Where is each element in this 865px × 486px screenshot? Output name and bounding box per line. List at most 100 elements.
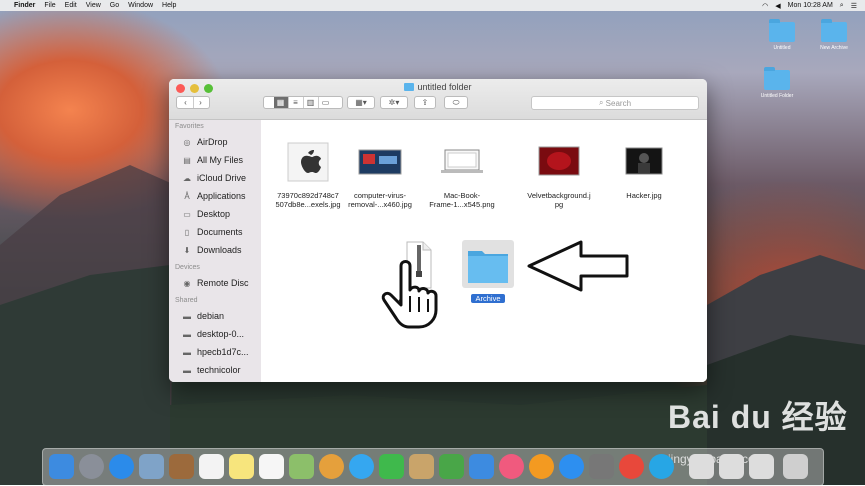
sidebar: Favorites ◎ AirDrop ▤ All My Files ☁ iCloud… xyxy=(169,120,261,382)
sidebar-item-technicolor[interactable]: ▬ technicolor xyxy=(169,361,261,379)
sidebar-item-icloud-drive[interactable]: ☁ iCloud Drive xyxy=(169,169,261,187)
hand-pointer-cursor-icon xyxy=(381,260,438,329)
sidebar-item-applications[interactable]: Å Applications xyxy=(169,187,261,205)
column-view-icon[interactable]: ▥ xyxy=(304,97,319,108)
sidebar-item-hpecb1d7c[interactable]: ▬ hpecb1d7c... xyxy=(169,343,261,361)
dock-maps-icon[interactable] xyxy=(289,454,314,479)
list-view-icon[interactable]: ≡ xyxy=(289,97,304,108)
airdrop-icon: ◎ xyxy=(183,137,191,147)
dock-calendar-icon[interactable] xyxy=(199,454,224,479)
desktop-icon-label: New Archive xyxy=(820,45,848,51)
dock-folder-icon[interactable] xyxy=(749,454,774,479)
desktop-icon-untitled-folder[interactable]: Untitled Folder xyxy=(755,67,799,99)
dock-system-preferences-icon[interactable] xyxy=(589,454,614,479)
nav-buttons: ‹ › xyxy=(176,96,210,109)
menu-help[interactable]: Help xyxy=(162,2,176,9)
sidebar-item-airdrop[interactable]: ◎ AirDrop xyxy=(169,133,261,151)
dock-itunes-icon[interactable] xyxy=(499,454,524,479)
gear-icon: ✲▾ xyxy=(388,98,400,107)
dock-launchpad-icon[interactable] xyxy=(79,454,104,479)
dock-numbers-icon[interactable] xyxy=(439,454,464,479)
sidebar-section-shared: Shared xyxy=(175,297,198,304)
sidebar-item-documents[interactable]: ▯ Documents xyxy=(169,223,261,241)
menu-finder[interactable]: Finder xyxy=(14,2,35,9)
cover-flow-icon[interactable]: ▭ xyxy=(319,97,333,108)
action-button[interactable]: ✲▾ xyxy=(380,96,408,109)
tags-button[interactable]: ⬭ xyxy=(444,96,468,109)
menu-go[interactable]: Go xyxy=(110,2,119,9)
desktop-icon: ▭ xyxy=(183,209,191,219)
menu-file[interactable]: File xyxy=(44,2,55,9)
dock xyxy=(42,448,824,486)
dock-folder-icon[interactable] xyxy=(689,454,714,479)
file-area[interactable]: 73970c892d748c7 507db8e...exels.jpg compu… xyxy=(261,120,707,382)
folder-icon xyxy=(821,19,847,42)
forward-button[interactable]: › xyxy=(194,97,208,108)
folder-icon xyxy=(404,83,415,91)
file-item[interactable]: Hacker.jpg xyxy=(600,142,688,200)
title-bar[interactable]: untitled folder ‹ › ▦ ≡ ▥ ▭ ▦▾ ✲▾ ⇪ ⬭ ⌕ … xyxy=(169,79,707,120)
tutorial-arrow-icon xyxy=(527,240,629,292)
finder-window: untitled folder ‹ › ▦ ≡ ▥ ▭ ▦▾ ✲▾ ⇪ ⬭ ⌕ … xyxy=(169,79,707,382)
back-button[interactable]: ‹ xyxy=(179,97,194,108)
spotlight-icon[interactable]: ⌕ xyxy=(840,2,844,10)
sidebar-item-all-my-files[interactable]: ▤ All My Files xyxy=(169,151,261,169)
icon-view-icon[interactable]: ▦ xyxy=(273,97,289,108)
cloud-icon: ☁ xyxy=(183,173,191,183)
dock-messages-icon[interactable] xyxy=(349,454,374,479)
file-name: computer-virus-removal-...x460.jpg xyxy=(348,191,412,209)
desktop-icon-new-archive[interactable]: New Archive xyxy=(812,19,856,51)
dock-folder-icon[interactable] xyxy=(719,454,744,479)
sidebar-section-favorites: Favorites xyxy=(175,123,204,130)
clock[interactable]: Mon 10:28 AM xyxy=(788,2,833,9)
dock-facetime-icon[interactable] xyxy=(379,454,404,479)
menu-view[interactable]: View xyxy=(86,2,101,9)
wifi-icon[interactable]: ◠ xyxy=(762,2,768,10)
folder-icon xyxy=(769,19,795,42)
dock-app-store-icon[interactable] xyxy=(559,454,584,479)
search-icon: ⌕ xyxy=(598,98,606,107)
arrange-button[interactable]: ▦▾ xyxy=(347,96,375,109)
dock-ibooks-icon[interactable] xyxy=(529,454,554,479)
file-name-selected: Archive xyxy=(471,294,505,303)
dock-preview-icon[interactable] xyxy=(409,454,434,479)
dock-contacts-icon[interactable] xyxy=(169,454,194,479)
sidebar-item-desktop[interactable]: ▭ Desktop xyxy=(169,205,261,223)
dock-finder-icon[interactable] xyxy=(49,454,74,479)
dock-photos-icon[interactable] xyxy=(319,454,344,479)
sidebar-item-remote-disc[interactable]: ◉ Remote Disc xyxy=(169,274,261,292)
search-field[interactable]: ⌕ Search xyxy=(531,96,699,110)
applications-icon: Å xyxy=(184,191,190,201)
notification-center-icon[interactable]: ☰ xyxy=(851,2,857,10)
sidebar-item-desktop-0[interactable]: ▬ desktop-0... xyxy=(169,325,261,343)
folder-icon xyxy=(764,67,790,90)
file-item[interactable]: Velvetbackground.j pg xyxy=(515,142,603,209)
menu-window[interactable]: Window xyxy=(128,2,153,9)
file-item[interactable]: computer-virus-removal-...x460.jpg xyxy=(336,142,424,209)
sidebar-item-debian[interactable]: ▬ debian xyxy=(169,307,261,325)
desktop-icon-untitled[interactable]: Untitled xyxy=(760,19,804,51)
monitor-icon: ▬ xyxy=(183,311,191,321)
dock-trash-icon[interactable] xyxy=(783,454,808,479)
dock-chrome-icon[interactable] xyxy=(619,454,644,479)
dock-notes-icon[interactable] xyxy=(229,454,254,479)
sidebar-item-downloads[interactable]: ⬇ Downloads xyxy=(169,241,261,259)
view-mode-control: ▦ ≡ ▥ ▭ xyxy=(263,96,343,109)
volume-icon[interactable]: ◀ xyxy=(775,2,780,10)
dock-keynote-icon[interactable] xyxy=(469,454,494,479)
image-thumbnail xyxy=(538,146,580,176)
documents-icon: ▯ xyxy=(184,227,190,237)
share-button[interactable]: ⇪ xyxy=(414,96,436,109)
monitor-icon: ▬ xyxy=(183,365,191,375)
disc-icon: ◉ xyxy=(183,278,191,288)
desktop-icon-label: Untitled xyxy=(773,45,791,51)
dock-skype-icon[interactable] xyxy=(649,454,674,479)
dock-mail-icon[interactable] xyxy=(139,454,164,479)
folder-item-archive[interactable]: Archive xyxy=(444,245,532,304)
menu-edit[interactable]: Edit xyxy=(65,2,77,9)
file-item[interactable]: Mac-Book- Frame-1...x545.png xyxy=(418,142,506,209)
dock-safari-icon[interactable] xyxy=(109,454,134,479)
watermark-brand: Bai du 经验 xyxy=(668,399,848,435)
dock-reminders-icon[interactable] xyxy=(259,454,284,479)
desktop-icon-label: Untitled Folder xyxy=(760,93,794,99)
